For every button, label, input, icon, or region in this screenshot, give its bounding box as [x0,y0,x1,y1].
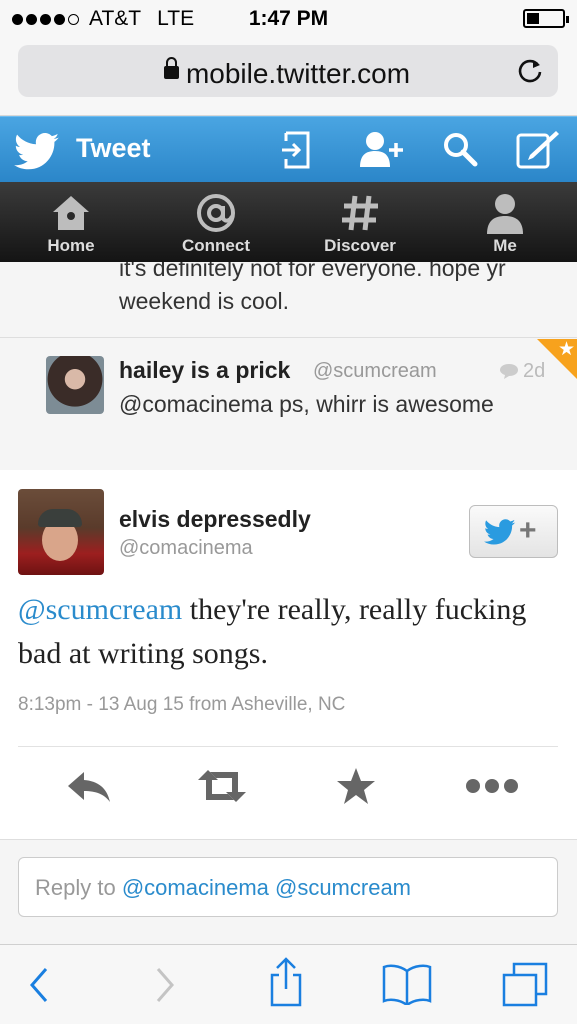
share-icon[interactable] [266,957,306,1007]
add-user-icon[interactable] [358,129,404,169]
battery-icon [523,9,569,28]
twitter-nav-bar: Home Connect Discover Me [0,182,577,262]
plus-icon: + [519,514,537,547]
clock: 1:47 PM [248,7,329,30]
conversation-bubble-icon [500,364,518,379]
nav-connect[interactable]: Connect [166,182,266,262]
url-text: mobile.twitter.com [185,58,411,89]
nav-home[interactable]: Home [21,182,121,262]
main-tweet: elvis depressedly @comacinema + @scumcre… [0,470,577,840]
twitter-header: Tweet [0,116,577,182]
previous-tweet-text: it's definitely not for everyone. hope y… [119,262,506,314]
reply-tweet[interactable]: hailey is a prick @scumcream 2d @comacin… [0,339,577,471]
tweet-meta: 8:13pm - 13 Aug 15 from Asheville, NC [18,694,346,715]
previous-tweet[interactable]: it's definitely not for everyone. hope y… [0,262,577,338]
home-icon [53,196,89,230]
nav-discover-label: Discover [324,236,396,255]
forward-icon[interactable] [152,965,178,1005]
star-icon: ★ [557,339,575,360]
author-handle: @scumcream [313,360,437,382]
follow-button[interactable]: + [469,505,558,558]
reply-placeholder: Reply to @comacinema @scumcream [35,875,412,900]
tweet-text: @scumcream they're really, really fuckin… [18,588,558,676]
header-title: Tweet [76,133,151,163]
reply-area: Reply to @comacinema @scumcream [0,840,577,944]
more-icon[interactable] [464,766,520,806]
favorite-icon[interactable] [334,766,382,806]
nav-discover[interactable]: Discover [310,182,410,262]
mention-link[interactable]: @scumcream [18,593,182,626]
tweet-thread: it's definitely not for everyone. hope y… [0,262,577,944]
divider [18,746,558,747]
bookmarks-icon[interactable] [381,963,433,1005]
reply-tweet-text: @comacinema ps, whirr is awesome [119,391,494,417]
retweet-icon[interactable] [194,766,250,806]
person-icon [487,194,523,234]
nav-connect-label: Connect [182,236,250,255]
status-bar: AT&T LTE 1:47 PM [0,0,577,38]
tabs-icon[interactable] [500,961,550,1009]
url-field[interactable]: mobile.twitter.com [18,45,558,97]
twitter-bird-logo-icon[interactable] [14,133,60,171]
avatar[interactable] [18,489,104,575]
author-handle: @comacinema [119,537,253,559]
author-name[interactable]: elvis depressedly [119,506,311,533]
avatar[interactable] [46,356,104,414]
sign-out-icon[interactable] [280,131,312,169]
author-name[interactable]: hailey is a prick [119,357,290,384]
nav-home-label: Home [47,236,95,255]
reply-icon[interactable] [64,766,112,806]
nav-me-label: Me [493,236,517,255]
search-icon[interactable] [442,131,478,167]
compose-icon[interactable] [516,129,560,169]
reply-input[interactable]: Reply to @comacinema @scumcream [18,857,558,917]
at-icon [197,194,235,232]
hash-icon [342,195,378,231]
reload-icon[interactable] [516,56,544,84]
browser-address-bar: mobile.twitter.com [0,38,577,116]
back-icon[interactable] [26,965,52,1005]
twitter-bird-icon [484,519,516,545]
nav-me[interactable]: Me [455,182,555,262]
browser-toolbar [0,944,577,1024]
